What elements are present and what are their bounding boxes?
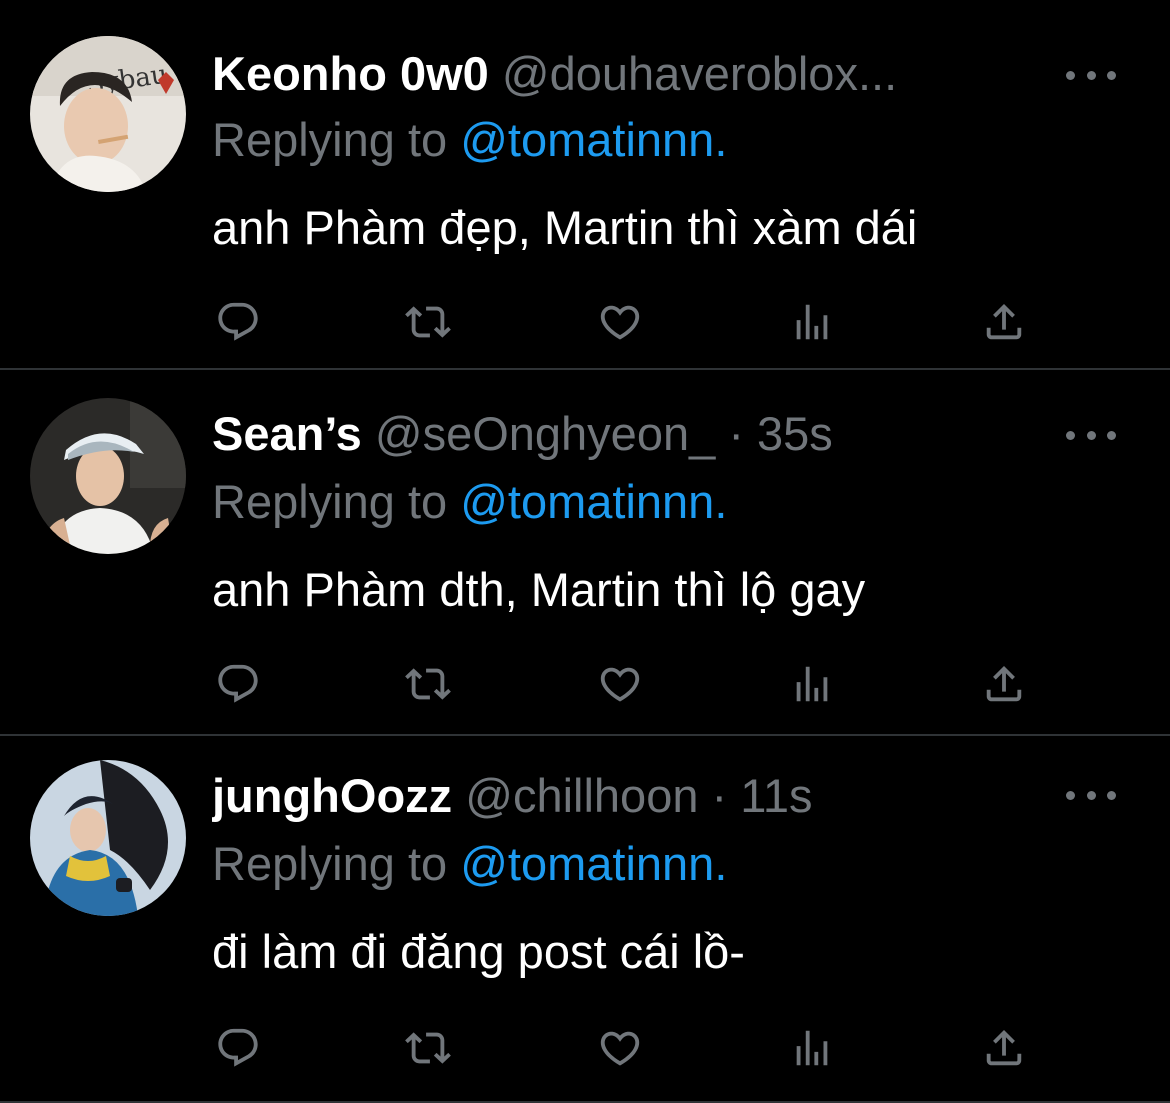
tweet-actions [212, 298, 1052, 346]
reply-icon[interactable] [214, 298, 262, 346]
tweet-actions [212, 660, 1052, 708]
share-icon[interactable] [980, 1024, 1028, 1072]
tweet-reply[interactable]: junghOozz @chillhoon · 11s Replying to @… [0, 734, 1170, 1103]
avatar[interactable]: Sybau [30, 36, 186, 192]
replying-to-line: Replying to @tomatinnn. [212, 472, 727, 532]
avatar-image [30, 398, 186, 554]
user-handle[interactable]: @chillhoon [465, 769, 698, 822]
tweet-text: đi làm đi đăng post cái lồ- [212, 925, 745, 978]
replying-to-line: Replying to @tomatinnn. [212, 110, 727, 170]
avatar-image [30, 760, 186, 916]
retweet-icon[interactable] [404, 1024, 452, 1072]
avatar[interactable] [30, 760, 186, 916]
views-icon[interactable] [788, 1024, 836, 1072]
timestamp[interactable]: 11s [740, 769, 812, 822]
user-handle[interactable]: @seOnghyeon_ [375, 407, 715, 460]
share-icon[interactable] [980, 660, 1028, 708]
display-name[interactable]: Sean’s [212, 407, 362, 460]
retweet-icon[interactable] [404, 660, 452, 708]
avatar-image: Sybau [30, 36, 186, 192]
tweet-header: junghOozz @chillhoon · 11s [212, 766, 1040, 826]
replying-to-handle[interactable]: @tomatinnn. [460, 475, 727, 528]
display-name[interactable]: Keonho 0w0 [212, 47, 489, 100]
more-options-icon[interactable] [1066, 420, 1116, 450]
user-handle[interactable]: @douhaveroblox... [502, 47, 897, 100]
separator-dot: · [728, 407, 744, 460]
like-icon[interactable] [596, 660, 644, 708]
separator-dot: · [711, 769, 728, 822]
tweet-reply[interactable]: Sean’s @seOnghyeon_ · 35s Replying to @t… [0, 370, 1170, 736]
replying-to-handle[interactable]: @tomatinnn. [460, 113, 727, 166]
like-icon[interactable] [596, 1024, 644, 1072]
more-options-icon[interactable] [1066, 60, 1116, 90]
share-icon[interactable] [980, 298, 1028, 346]
tweet-header: Keonho 0w0 @douhaveroblox... [212, 44, 1040, 104]
tweet-reply[interactable]: Sybau Keonho 0w0 @douhaveroblox... Reply… [0, 4, 1170, 370]
more-options-icon[interactable] [1066, 780, 1116, 810]
reply-icon[interactable] [214, 660, 262, 708]
replying-to-label: Replying to [212, 475, 448, 528]
timestamp[interactable]: 35s [757, 407, 833, 460]
like-icon[interactable] [596, 298, 644, 346]
tweet-actions [212, 1024, 1052, 1072]
retweet-icon[interactable] [404, 298, 452, 346]
replying-to-label: Replying to [212, 113, 448, 166]
tweet-text: anh Phàm đẹp, Martin thì xàm dái [212, 201, 918, 254]
views-icon[interactable] [788, 660, 836, 708]
replying-to-line: Replying to @tomatinnn. [212, 834, 727, 894]
replying-to-label: Replying to [212, 837, 448, 890]
views-icon[interactable] [788, 298, 836, 346]
avatar[interactable] [30, 398, 186, 554]
tweet-text: anh Phàm dth, Martin thì lộ gay [212, 563, 866, 616]
display-name[interactable]: junghOozz [212, 769, 452, 822]
tweet-header: Sean’s @seOnghyeon_ · 35s [212, 404, 1040, 464]
reply-icon[interactable] [214, 1024, 262, 1072]
replying-to-handle[interactable]: @tomatinnn. [460, 837, 727, 890]
